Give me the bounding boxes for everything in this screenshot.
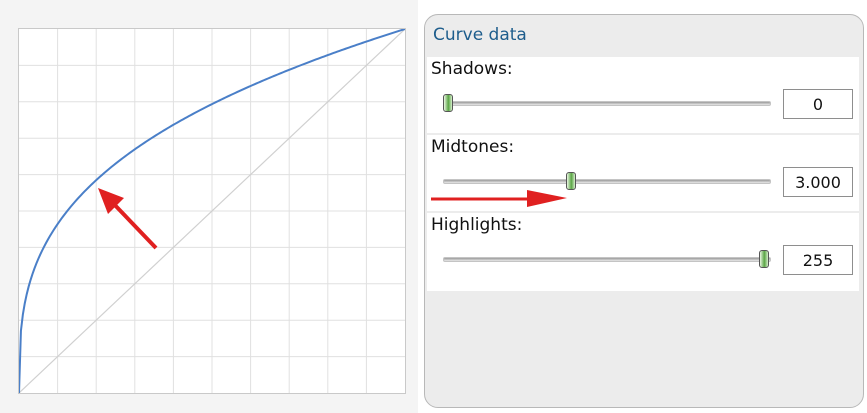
highlights-label: Highlights:	[431, 215, 523, 235]
midtones-slider-track[interactable]	[443, 179, 771, 184]
red-arrow-shaft	[108, 198, 158, 250]
curve-data-panel: Curve data Shadows: 0 Midtones: 3.000 Hi…	[424, 14, 864, 408]
highlights-value-field[interactable]: 255	[783, 245, 853, 275]
curve-graph[interactable]	[18, 28, 406, 394]
highlights-section: Highlights: 255	[427, 213, 859, 291]
curve-graph-area	[0, 0, 418, 413]
midtones-label: Midtones:	[431, 137, 515, 157]
shadows-slider-track[interactable]	[443, 101, 771, 106]
curve-svg	[19, 29, 405, 393]
shadows-slider-thumb[interactable]	[443, 94, 453, 112]
red-arrow-icon	[98, 188, 158, 250]
panel-title: Curve data	[433, 25, 527, 45]
shadows-value-field[interactable]: 0	[783, 89, 853, 119]
midtones-value-field[interactable]: 3.000	[783, 167, 853, 197]
red-arrow-right-head	[527, 190, 567, 207]
shadows-label: Shadows:	[431, 59, 513, 79]
shadows-section: Shadows: 0	[427, 57, 859, 133]
highlights-slider-thumb[interactable]	[759, 250, 769, 268]
highlights-slider-track[interactable]	[443, 257, 771, 262]
red-arrow-right-icon	[431, 190, 567, 207]
midtones-section: Midtones: 3.000	[427, 135, 859, 211]
